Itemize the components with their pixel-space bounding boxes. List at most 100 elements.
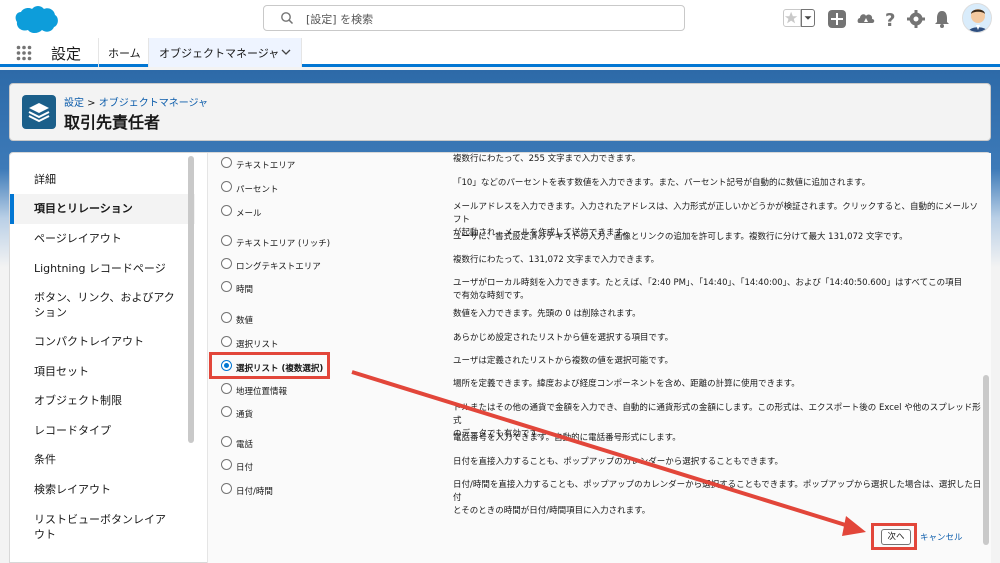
field-type-radio[interactable] bbox=[221, 312, 232, 323]
field-type-description: ユーザは定義されたリストから複数の値を選択可能です。 bbox=[453, 355, 983, 368]
global-search-input[interactable]: [設定] を検索 bbox=[263, 5, 685, 31]
help-question-icon[interactable]: ? bbox=[881, 9, 901, 29]
annotation-highlight-multiselect bbox=[209, 352, 330, 379]
field-type-label[interactable]: 日付 bbox=[236, 461, 253, 473]
field-type-label[interactable]: 日付/時間 bbox=[236, 485, 273, 497]
field-type-description-line: メールアドレスを入力できます。入力されたアドレスは、入力形式が正しいかどうかが検… bbox=[453, 202, 978, 225]
setup-gear-icon[interactable] bbox=[906, 9, 926, 29]
field-type-description: 日付を直接入力することも、ポップアップのカレンダーから選択することもできます。 bbox=[453, 456, 983, 469]
field-type-radio[interactable] bbox=[221, 483, 232, 494]
sidebar-item-buttons-links-actions-cont[interactable]: ション bbox=[10, 305, 195, 321]
field-type-description-line: 複数行にわたって、255 文字まで入力できます。 bbox=[453, 154, 641, 164]
next-button[interactable]: 次へ bbox=[881, 529, 911, 545]
field-type-description-line: 日付/時間を直接入力することも、ポップアップのカレンダーから選択することもできま… bbox=[453, 480, 982, 503]
field-type-radio[interactable] bbox=[221, 459, 232, 470]
field-type-radio[interactable] bbox=[221, 281, 232, 292]
breadcrumb-separator: > bbox=[84, 98, 99, 109]
sidebar-item-fields-relationships[interactable]: 項目とリレーション bbox=[10, 194, 195, 224]
field-type-radio[interactable] bbox=[221, 235, 232, 246]
field-type-description-line: ユーザは定義されたリストから複数の値を選択可能です。 bbox=[453, 356, 673, 366]
nav-tab-object-manager[interactable]: オブジェクトマネージャ bbox=[148, 38, 302, 67]
field-type-label[interactable]: 時間 bbox=[236, 283, 253, 295]
page-header: 設定 > オブジェクトマネージャ 取引先責任者 bbox=[9, 83, 991, 141]
sidebar-scrollbar[interactable] bbox=[188, 156, 194, 443]
nav-tab-home[interactable]: ホーム bbox=[108, 45, 141, 61]
search-icon bbox=[281, 12, 294, 25]
field-type-label[interactable]: 選択リスト bbox=[236, 338, 279, 350]
sidebar-item-list-view-button-layout[interactable]: リストビューボタンレイア bbox=[10, 512, 195, 528]
notifications-bell-icon[interactable] bbox=[932, 9, 952, 29]
nav-tab-object-manager-label: オブジェクトマネージャ bbox=[159, 47, 280, 60]
breadcrumb-setup-link[interactable]: 設定 bbox=[64, 98, 84, 109]
field-type-radio[interactable] bbox=[221, 436, 232, 447]
sidebar-item-buttons-links-actions[interactable]: ボタン、リンク、およびアク bbox=[10, 290, 195, 306]
sidebar-item-page-layouts[interactable]: ページレイアウト bbox=[10, 231, 195, 247]
field-type-label[interactable]: ロングテキストエリア bbox=[236, 260, 321, 272]
field-type-radio[interactable] bbox=[221, 157, 232, 168]
field-type-description-line: 複数行にわたって、131,072 文字まで入力できます。 bbox=[453, 255, 660, 265]
field-type-description-line: ドルまたはその他の通貨で金額を入力でき、自動的に通貨形式の金額にします。この形式… bbox=[453, 403, 981, 426]
field-type-description-line: あらかじめ設定されたリストから値を選択する項目です。 bbox=[453, 333, 674, 343]
field-type-radio[interactable] bbox=[221, 181, 232, 192]
field-type-radio[interactable] bbox=[221, 336, 232, 347]
field-type-description: 日付/時間を直接入力することも、ポップアップのカレンダーから選択することもできま… bbox=[453, 479, 983, 518]
field-type-label[interactable]: メール bbox=[236, 207, 262, 219]
sidebar-item-list-view-button-layout-cont[interactable]: ウト bbox=[10, 527, 195, 543]
favorites-dropdown-icon[interactable] bbox=[801, 9, 815, 27]
field-type-label[interactable]: 電話 bbox=[236, 438, 253, 450]
field-type-label[interactable]: 通貨 bbox=[236, 408, 253, 420]
field-type-label[interactable]: パーセント bbox=[236, 183, 279, 195]
field-type-description: 数値を入力できます。先頭の 0 は削除されます。 bbox=[453, 308, 983, 321]
object-layers-icon bbox=[22, 95, 56, 129]
field-type-label[interactable]: 地理位置情報 bbox=[236, 385, 287, 397]
page-title: 取引先責任者 bbox=[64, 113, 161, 132]
sidebar-item-field-sets[interactable]: 項目セット bbox=[10, 364, 195, 380]
field-type-description: 場所を定義できます。緯度および経度コンポーネントを含め、距離の計算に使用できます… bbox=[453, 378, 983, 391]
cancel-link[interactable]: キャンセル bbox=[920, 531, 963, 543]
field-type-description-line: 日付を直接入力することも、ポップアップのカレンダーから選択することもできます。 bbox=[453, 457, 784, 467]
field-type-description: ユーザがローカル時刻を入力できます。たとえば、「2:40 PM」、「14:40」… bbox=[453, 277, 983, 303]
salesforce-logo-icon[interactable] bbox=[14, 5, 58, 34]
field-type-label[interactable]: テキストエリア bbox=[236, 159, 295, 171]
svg-text:?: ? bbox=[885, 10, 895, 29]
app-launcher-icon[interactable] bbox=[16, 45, 32, 61]
field-type-description: あらかじめ設定されたリストから値を選択する項目です。 bbox=[453, 332, 983, 345]
global-header: [設定] を検索 ? bbox=[0, 0, 1000, 38]
favorites-star-icon[interactable] bbox=[783, 9, 801, 27]
field-type-description: 複数行にわたって、255 文字まで入力できます。 bbox=[453, 153, 983, 166]
global-actions-plus-icon[interactable] bbox=[827, 9, 847, 29]
field-type-description-line: で有効な時刻です。 bbox=[453, 291, 529, 301]
search-placeholder: [設定] を検索 bbox=[306, 13, 374, 26]
field-type-radio[interactable] bbox=[221, 258, 232, 269]
object-sidebar: 詳細 項目とリレーション ページレイアウト Lightning レコードページ … bbox=[10, 153, 195, 563]
field-type-description: ユーザに、書式設定済みテキストの入力、画像とリンクの追加を許可します。複数行に分… bbox=[453, 231, 983, 244]
sidebar-item-record-types[interactable]: レコードタイプ bbox=[10, 423, 195, 439]
breadcrumb: 設定 > オブジェクトマネージャ bbox=[64, 94, 208, 109]
breadcrumb-object-manager-link[interactable]: オブジェクトマネージャ bbox=[99, 98, 208, 109]
field-type-radio[interactable] bbox=[221, 406, 232, 417]
sidebar-item-conditions[interactable]: 条件 bbox=[10, 452, 195, 468]
app-name: 設定 bbox=[51, 45, 82, 63]
field-type-description-line: とそのときの時間が日付/時間項目に入力されます。 bbox=[453, 506, 651, 516]
field-type-description: 「10」などのパーセントを表す数値を入力できます。また、パーセント記号が自動的に… bbox=[453, 177, 983, 190]
field-type-radio[interactable] bbox=[221, 205, 232, 216]
sidebar-item-search-layouts[interactable]: 検索レイアウト bbox=[10, 482, 195, 498]
sidebar-item-details[interactable]: 詳細 bbox=[10, 172, 195, 188]
field-type-radio[interactable] bbox=[221, 383, 232, 394]
chevron-down-icon[interactable] bbox=[281, 47, 291, 57]
user-avatar[interactable] bbox=[962, 3, 992, 33]
field-type-label[interactable]: 数値 bbox=[236, 314, 253, 326]
sidebar-item-object-limits[interactable]: オブジェクト制限 bbox=[10, 393, 195, 409]
field-type-description: 複数行にわたって、131,072 文字まで入力できます。 bbox=[453, 254, 983, 267]
field-type-label[interactable]: テキストエリア (リッチ) bbox=[236, 237, 330, 249]
field-type-description-line: ユーザに、書式設定済みテキストの入力、画像とリンクの追加を許可します。複数行に分… bbox=[453, 232, 908, 242]
trailhead-icon[interactable] bbox=[856, 9, 876, 29]
app-navigation-bar: 設定 ホーム オブジェクトマネージャ bbox=[0, 38, 1000, 67]
field-type-description: 電話番号を入力できます。自動的に電話番号形式にします。 bbox=[453, 432, 983, 445]
field-type-description-line: 場所を定義できます。緯度および経度コンポーネントを含め、距離の計算に使用できます… bbox=[453, 379, 800, 389]
sidebar-item-compact-layouts[interactable]: コンパクトレイアウト bbox=[10, 334, 195, 350]
field-type-description-line: 電話番号を入力できます。自動的に電話番号形式にします。 bbox=[453, 433, 681, 443]
sidebar-item-lightning-record-pages[interactable]: Lightning レコードページ bbox=[10, 261, 195, 277]
main-scrollbar[interactable] bbox=[983, 375, 989, 545]
nav-divider bbox=[98, 38, 99, 67]
